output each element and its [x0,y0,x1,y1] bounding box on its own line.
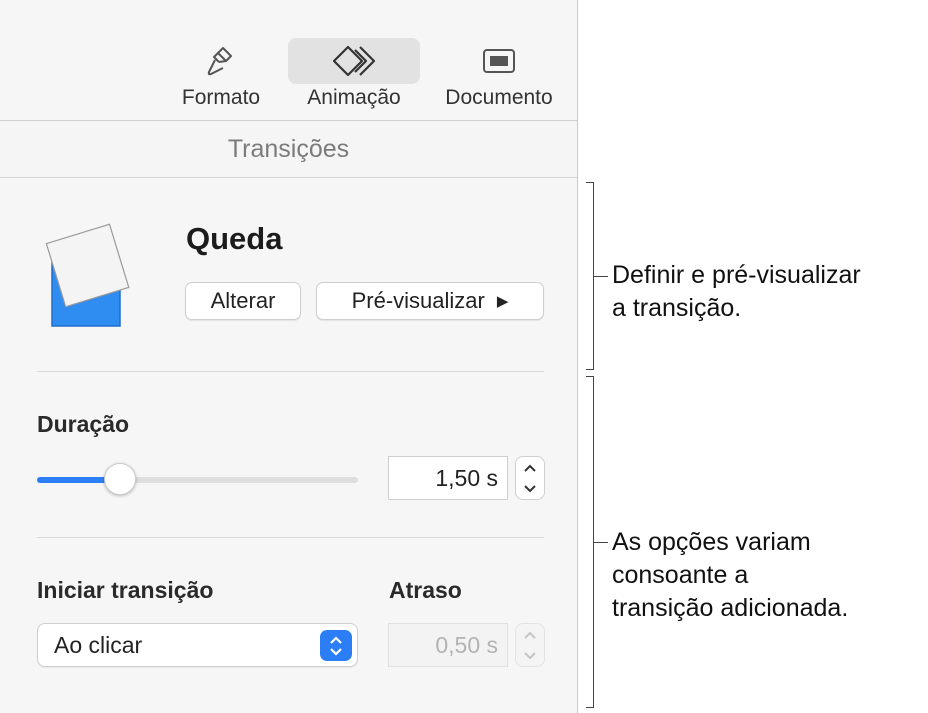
start-transition-select[interactable]: Ao clicar [37,623,358,667]
toolbar-format-button[interactable]: Formato [155,38,287,116]
preview-button-label: Pré-visualizar [351,288,485,313]
callout-bracket [586,182,594,370]
delay-stepper [515,623,545,667]
stepper-down-icon[interactable] [523,480,537,498]
transition-thumbnail [44,218,140,330]
delay-label: Atraso [389,577,462,603]
transitions-tab[interactable]: Transições [0,121,577,178]
toolbar-animate-label: Animação [307,86,401,109]
transitions-tab-label: Transições [227,134,350,163]
start-transition-value: Ao clicar [54,631,143,658]
toolbar-document-label: Documento [445,86,553,109]
divider [37,537,544,538]
duration-label: Duração [37,411,130,437]
duration-value: 1,50 s [435,464,498,491]
divider [37,371,544,372]
stepper-up-icon[interactable] [523,459,537,477]
duration-stepper[interactable] [515,456,545,500]
callout-line: transição adicionada. [612,594,849,622]
callout-leader [594,542,608,543]
callout-line: a transição. [612,294,742,322]
select-chevron-icon [320,630,352,661]
callout-define-preview: Definir e pré-visualizar a transição. [612,259,861,325]
diamond-animation-icon [288,38,420,84]
duration-slider-knob[interactable] [104,463,136,495]
inspector-panel: Formato Animação Documento Transições Qu… [0,0,578,713]
callout-options: As opções variam consoante a transição a… [612,526,848,625]
callout-leader [594,276,608,277]
stepper-down-icon [523,647,537,665]
callout-bracket [586,376,594,708]
document-icon [433,38,565,84]
preview-button[interactable]: Pré-visualizar ▶ [316,282,544,320]
delay-value: 0,50 s [435,631,498,658]
change-transition-button[interactable]: Alterar [185,282,301,320]
stepper-up-icon [523,626,537,644]
paintbrush-icon [155,38,287,84]
delay-field: 0,50 s [388,623,508,667]
change-button-label: Alterar [210,288,276,313]
inspector-toolbar: Formato Animação Documento [0,0,577,121]
start-transition-label: Iniciar transição [37,577,214,603]
callout-line: consoante a [612,561,749,589]
toolbar-document-button[interactable]: Documento [433,38,565,116]
transition-name: Queda [186,221,283,256]
duration-field[interactable]: 1,50 s [388,456,508,500]
callout-line: Definir e pré-visualizar [612,261,861,289]
toolbar-animate-button[interactable]: Animação [288,38,420,116]
play-icon: ▶ [496,293,509,310]
toolbar-format-label: Formato [181,86,261,109]
callout-line: As opções variam [612,528,811,556]
duration-slider[interactable] [37,463,358,495]
